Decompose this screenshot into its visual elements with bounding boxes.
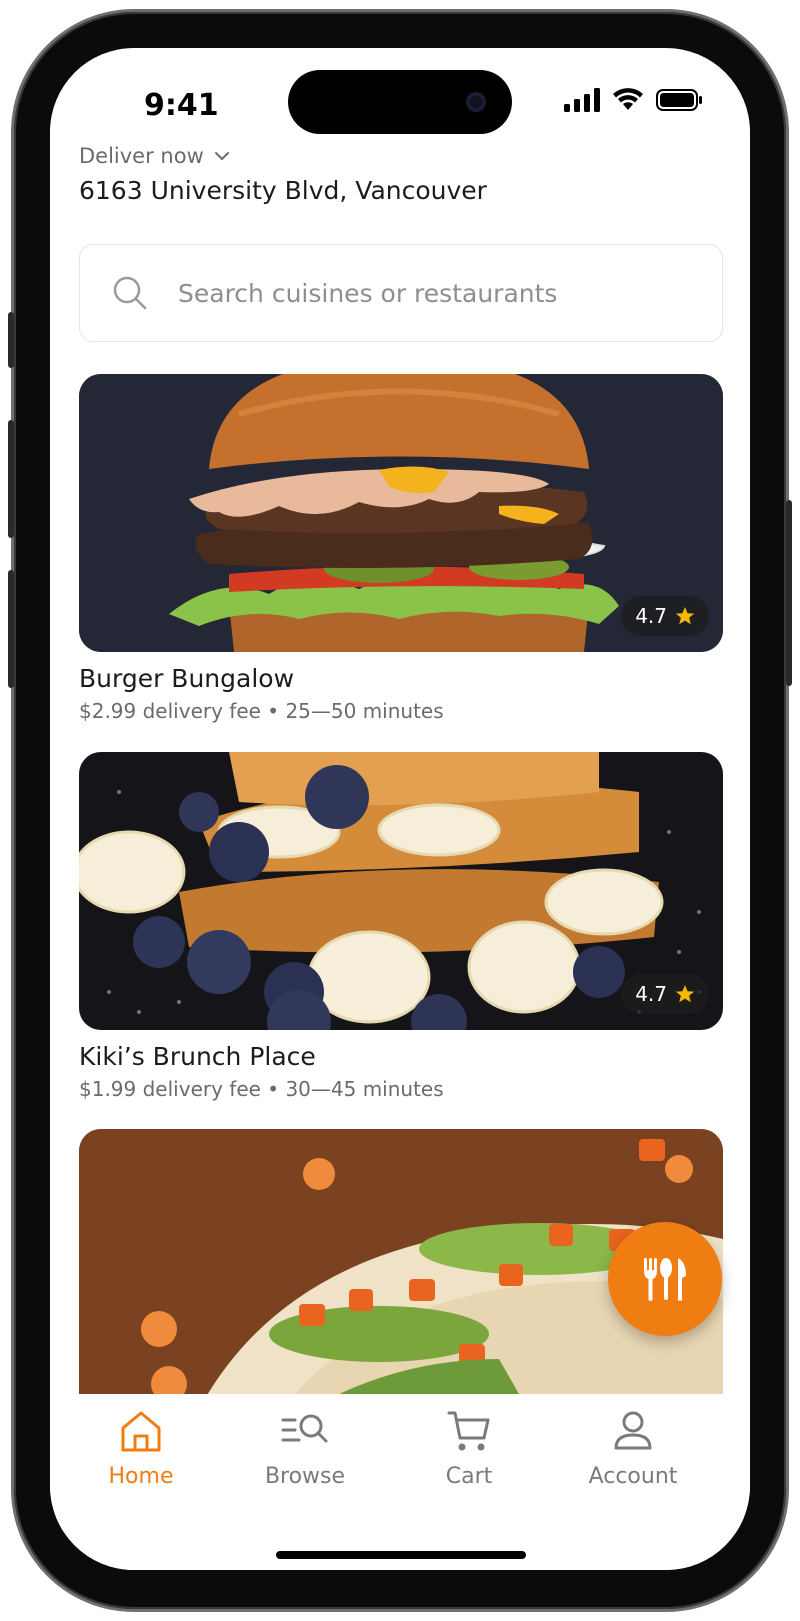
power-button [786,500,792,686]
battery-icon [656,89,702,111]
search-input[interactable]: Search cuisines or restaurants [178,279,557,308]
star-icon [675,607,695,625]
utensils-icon [644,1258,686,1301]
tab-home[interactable]: Home [66,1408,216,1489]
cart-icon [447,1411,490,1451]
rating-value: 4.7 [635,982,667,1006]
tab-label: Home [108,1464,174,1489]
tab-browse[interactable]: Browse [230,1408,380,1489]
deliver-now-selector[interactable]: Deliver now [79,144,230,168]
home-icon [121,1411,161,1452]
star-icon [675,985,695,1003]
volume-down-button [8,570,14,688]
restaurant-card[interactable]: 4.7 Burger Bungalow $2.99 delivery fee •… [79,374,723,723]
app-screen: 9:41 Deliver now 6163 University Blvd, V… [50,48,750,1570]
dining-fab-button[interactable] [608,1222,722,1336]
browse-icon [281,1414,328,1443]
status-time: 9:41 [144,88,219,123]
rating-value: 4.7 [635,604,667,628]
restaurant-meta: $2.99 delivery fee • 25—50 minutes [79,699,444,723]
tab-label: Browse [264,1464,346,1489]
restaurant-card[interactable]: 4.7 Kiki’s Brunch Place $1.99 delivery f… [79,752,723,1101]
restaurant-image-burger[interactable]: 4.7 [79,374,723,652]
tab-cart[interactable]: Cart [394,1408,544,1489]
home-indicator[interactable] [276,1551,526,1559]
tab-label: Account [588,1464,678,1489]
account-icon [614,1411,652,1450]
camera-icon [466,92,486,112]
rating-badge: 4.7 [621,974,709,1014]
signal-icon [564,88,600,112]
dynamic-island [288,70,512,134]
tab-account[interactable]: Account [558,1408,708,1489]
status-icons [564,88,704,112]
search-bar[interactable]: Search cuisines or restaurants [79,244,723,342]
restaurant-image-brunch[interactable]: 4.7 [79,752,723,1030]
restaurant-name: Burger Bungalow [79,664,295,693]
rating-badge: 4.7 [621,596,709,636]
wifi-icon [613,88,643,110]
bottom-tab-bar: Home Browse Cart Account [50,1394,750,1570]
action-button [8,312,14,368]
deliver-now-label: Deliver now [79,144,204,168]
restaurant-meta: $1.99 delivery fee • 30—45 minutes [79,1077,444,1101]
chevron-down-icon [214,152,229,160]
restaurant-name: Kiki’s Brunch Place [79,1042,316,1071]
delivery-address[interactable]: 6163 University Blvd, Vancouver [79,176,487,205]
volume-up-button [8,420,14,538]
tab-label: Cart [445,1464,493,1489]
search-icon [113,276,147,310]
